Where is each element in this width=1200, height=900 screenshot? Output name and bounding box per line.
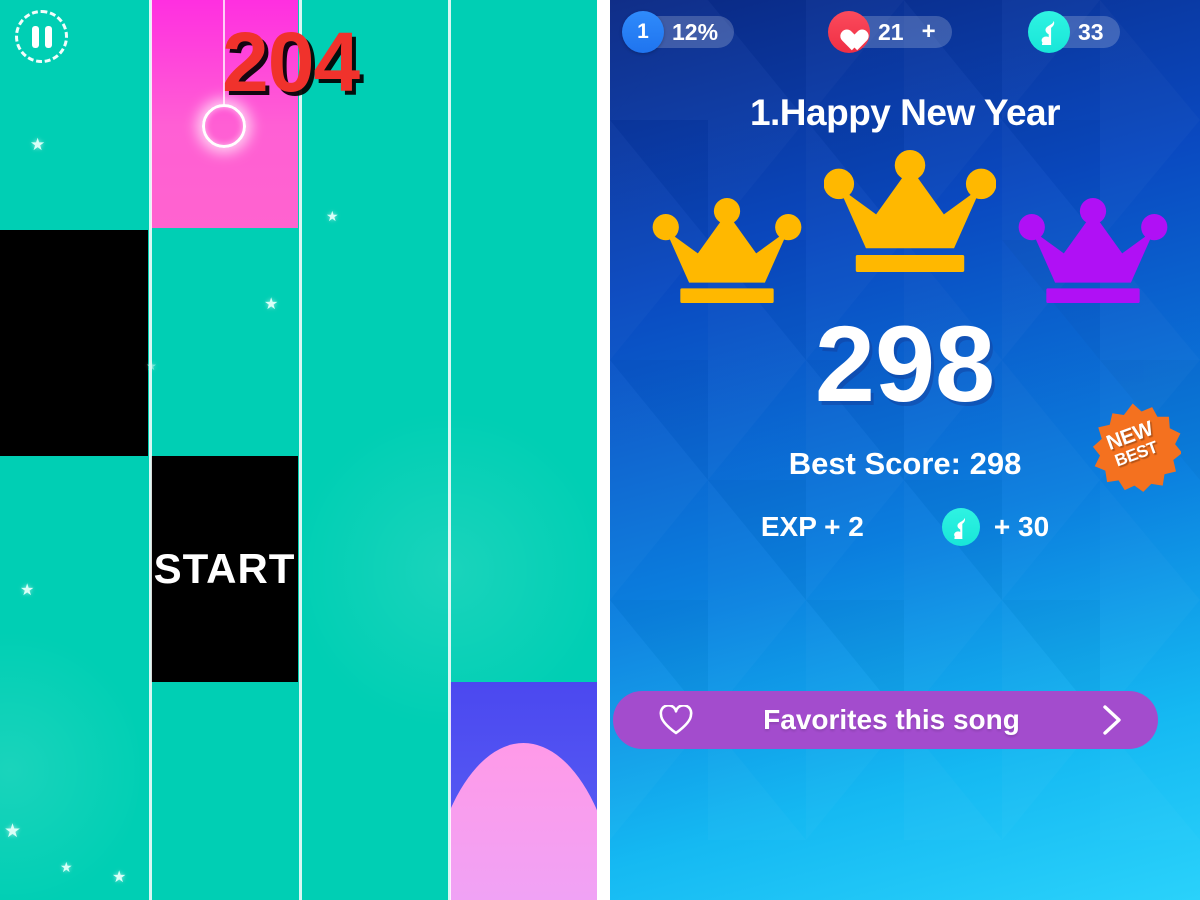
tap-ring-indicator bbox=[202, 104, 246, 148]
chevron-right-icon bbox=[1103, 705, 1121, 735]
result-panel: 1 12% 21 + 33 1.Happy New Year 298 Best … bbox=[610, 0, 1200, 900]
level-badge-icon: 1 bbox=[622, 11, 664, 53]
star-icon: ★ bbox=[112, 869, 127, 886]
heart-icon bbox=[828, 11, 870, 53]
crown-right-icon bbox=[1018, 198, 1168, 303]
pause-icon[interactable] bbox=[15, 10, 68, 63]
music-note-icon bbox=[941, 508, 980, 546]
music-note-icon bbox=[1028, 11, 1070, 53]
gameplay-score: 204 bbox=[222, 15, 360, 109]
app-screen: START 204 ★ ★ ★ ★ ★ ★ ★ ★ 1 12% 21 + 33 … bbox=[0, 0, 1200, 900]
add-hearts-button[interactable]: + bbox=[922, 18, 936, 46]
reward-row: EXP + 2 + 30 bbox=[610, 508, 1200, 546]
special-dome bbox=[450, 743, 597, 900]
notes-value: 33 bbox=[1078, 18, 1104, 45]
level-value: 1 bbox=[637, 20, 649, 43]
tile-black[interactable] bbox=[0, 230, 148, 456]
tile-black-start[interactable]: START bbox=[151, 456, 298, 682]
lane-divider bbox=[299, 0, 302, 900]
music-note-glyph bbox=[1041, 21, 1055, 45]
music-note-glyph bbox=[954, 517, 966, 539]
tile-special[interactable] bbox=[450, 682, 597, 900]
star-icon: ★ bbox=[326, 208, 339, 224]
new-best-badge: NEW BEST bbox=[1085, 400, 1181, 492]
crown-rating bbox=[610, 150, 1200, 320]
favorites-button-label: Favorites this song bbox=[763, 704, 1020, 735]
crown-center-icon bbox=[824, 150, 996, 272]
start-label: START bbox=[153, 545, 296, 592]
hud-bar: 1 12% 21 + 33 bbox=[610, 11, 1200, 60]
gameplay-panel[interactable]: START 204 ★ ★ ★ ★ ★ ★ ★ ★ bbox=[0, 0, 597, 900]
lane-divider bbox=[149, 0, 152, 900]
coin-reward-value: + 30 bbox=[993, 511, 1050, 542]
star-icon: ★ bbox=[20, 582, 35, 599]
pause-bar bbox=[44, 25, 52, 48]
hud-notes[interactable]: 33 bbox=[1028, 11, 1120, 53]
favorites-button[interactable]: Favorites this song bbox=[613, 691, 1158, 749]
star-icon: ★ bbox=[30, 135, 46, 154]
pause-bar bbox=[31, 25, 39, 48]
heart-glyph bbox=[837, 21, 861, 43]
exp-reward: EXP + 2 bbox=[760, 511, 864, 542]
coin-reward-group: + 30 bbox=[941, 508, 1050, 546]
background-glow bbox=[0, 620, 140, 900]
level-progress-value: 12% bbox=[672, 18, 719, 45]
lane-divider bbox=[448, 0, 451, 900]
song-title: 1.Happy New Year bbox=[749, 92, 1061, 133]
hud-hearts[interactable]: 21 + bbox=[828, 11, 952, 53]
crown-left-icon bbox=[652, 198, 802, 303]
star-icon: ★ bbox=[264, 296, 279, 313]
hearts-value: 21 bbox=[878, 18, 904, 45]
hud-level[interactable]: 1 12% bbox=[622, 11, 735, 53]
